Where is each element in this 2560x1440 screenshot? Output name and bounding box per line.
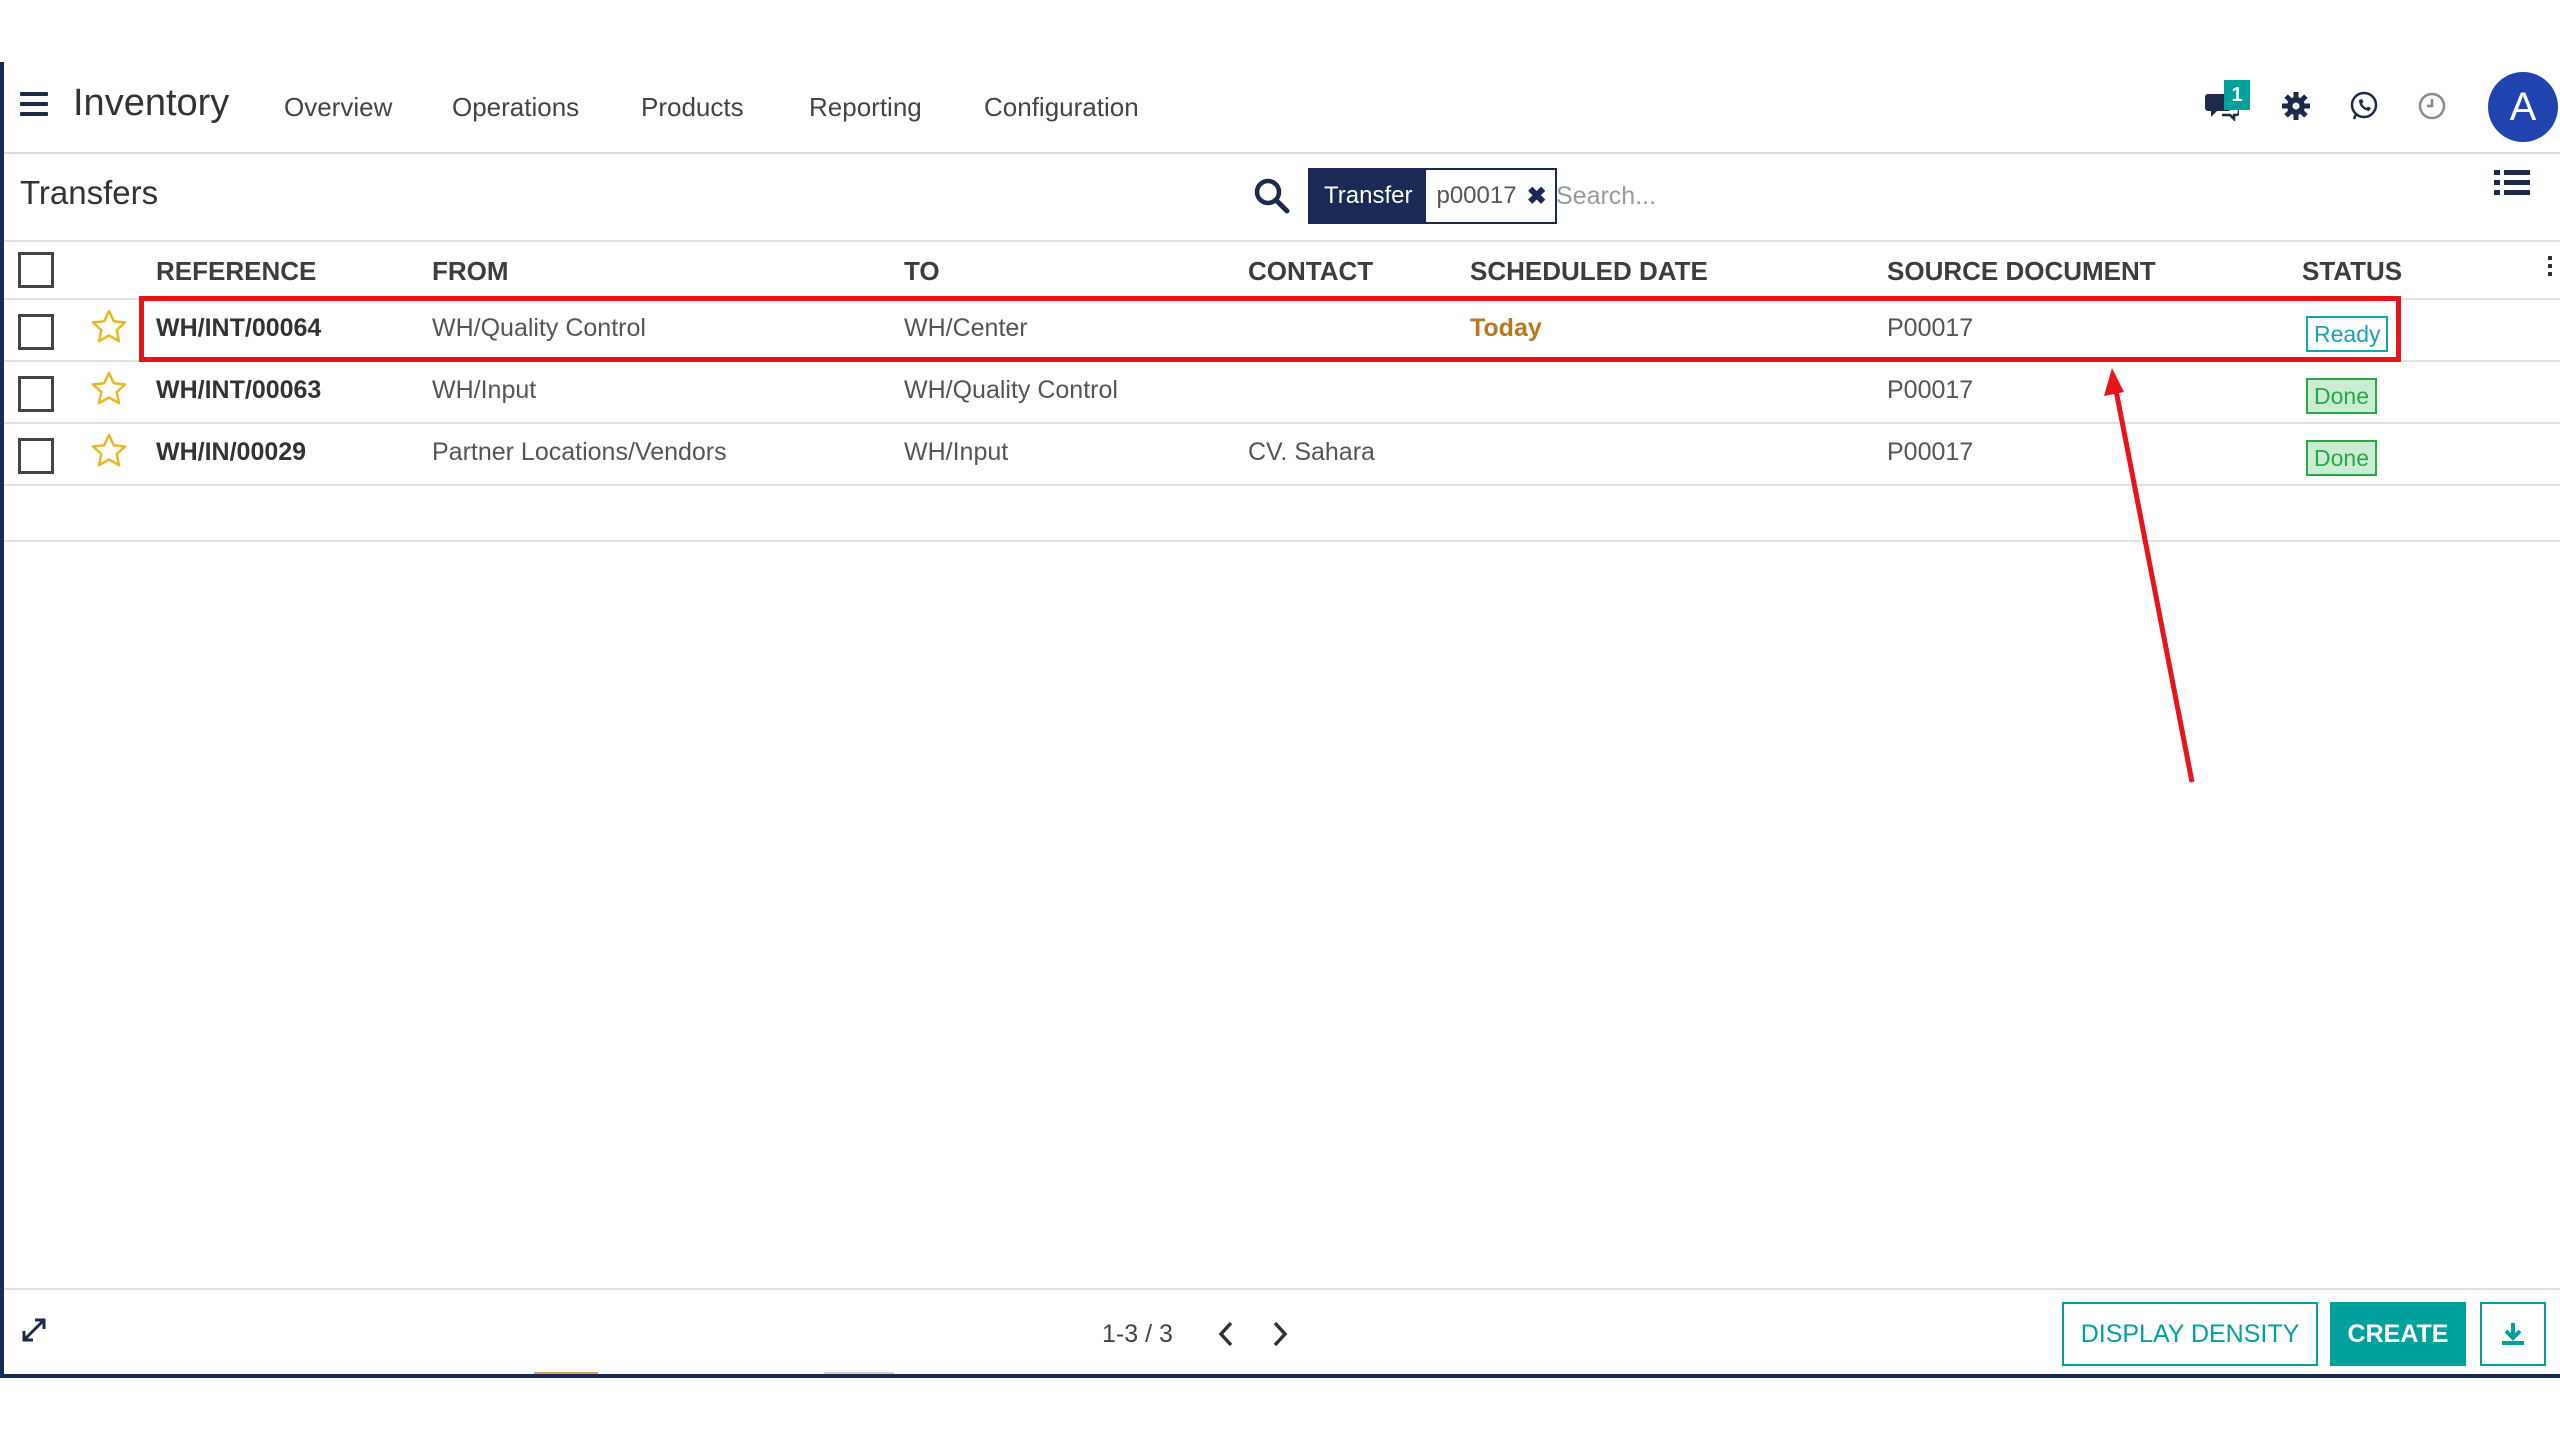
row-checkbox[interactable] [18,376,54,412]
download-icon[interactable] [2480,1302,2546,1366]
cell-source-document: P00017 [1887,314,1974,342]
cell-from: Partner Locations/Vendors [432,438,727,466]
cell-to: WH/Quality Control [904,376,1118,404]
optional-columns-icon[interactable] [2548,256,2554,280]
column-header-scheduled-date[interactable]: SCHEDULED DATE [1470,256,1708,287]
star-icon[interactable] [90,432,128,470]
column-header-reference[interactable]: REFERENCE [156,256,316,287]
scroll-marker [824,1372,894,1374]
cell-to: WH/Center [904,314,1028,342]
whatsapp-icon[interactable] [2344,86,2384,126]
clock-icon[interactable] [2412,86,2452,126]
cell-from: WH/Quality Control [432,314,646,342]
table-header: REFERENCE FROM TO CONTACT SCHEDULED DATE… [4,240,2560,300]
search-input[interactable] [1554,170,2458,222]
cell-contact: CV. Sahara [1248,438,1375,466]
list-view-icon[interactable] [2494,168,2530,198]
table-row[interactable]: WH/IN/00029 Partner Locations/Vendors WH… [4,424,2560,486]
column-header-source-document[interactable]: SOURCE DOCUMENT [1887,256,2156,287]
cell-scheduled-date: Today [1470,314,1542,342]
nav-products[interactable]: Products [641,92,744,123]
cell-source-document: P00017 [1887,376,1974,404]
top-navbar: Inventory Overview Operations Products R… [4,62,2560,154]
nav-reporting[interactable]: Reporting [809,92,922,123]
nav-overview[interactable]: Overview [284,92,392,123]
display-density-button[interactable]: DISPLAY DENSITY [2062,1302,2318,1366]
chevron-right-icon[interactable] [1266,1318,1294,1350]
nav-configuration[interactable]: Configuration [984,92,1139,123]
row-checkbox[interactable] [18,314,54,350]
search-icon[interactable] [1252,176,1292,216]
app-window: Inventory Overview Operations Products R… [0,62,2560,1378]
pager-value[interactable]: 1-3 / 3 [1102,1320,1173,1349]
scroll-marker [534,1372,598,1374]
gear-icon[interactable] [2276,86,2316,126]
cell-to: WH/Input [904,438,1009,466]
search-facet: Transfer p00017 ✖ [1308,168,1557,224]
create-button[interactable]: CREATE [2330,1302,2466,1366]
cell-reference: WH/INT/00063 [156,376,322,404]
select-all-checkbox[interactable] [18,252,54,288]
column-header-contact[interactable]: CONTACT [1248,256,1373,287]
menu-icon[interactable] [20,92,48,120]
star-icon[interactable] [90,370,128,408]
remove-facet-icon[interactable]: ✖ [1527,182,1547,211]
column-header-from[interactable]: FROM [432,256,509,287]
nav-operations[interactable]: Operations [452,92,579,123]
app-title[interactable]: Inventory [73,82,229,125]
status-badge: Done [2306,440,2377,476]
facet-value-wrap: p00017 ✖ [1426,170,1555,222]
column-header-to[interactable]: TO [904,256,940,287]
facet-label: Transfer [1310,170,1427,222]
column-header-status[interactable]: STATUS [2302,256,2402,287]
facet-value: p00017 [1436,182,1517,209]
star-icon[interactable] [90,308,128,346]
cell-reference: WH/INT/00064 [156,314,322,342]
table-row[interactable]: WH/INT/00064 WH/Quality Control WH/Cente… [4,300,2560,362]
cell-source-document: P00017 [1887,438,1974,466]
status-badge: Done [2306,378,2377,414]
user-avatar[interactable]: A [2488,72,2558,142]
messages-count-badge: 1 [2224,80,2250,110]
row-checkbox[interactable] [18,438,54,474]
cell-reference: WH/IN/00029 [156,438,307,466]
cell-from: WH/Input [432,376,537,404]
breadcrumb: Transfers [20,174,159,211]
footer-bar: 1-3 / 3 DISPLAY DENSITY CREATE [4,1288,2560,1374]
expand-icon[interactable] [20,1316,48,1344]
status-badge: Ready [2306,316,2389,352]
empty-row [4,488,2560,542]
chevron-left-icon[interactable] [1212,1318,1240,1350]
table-row[interactable]: WH/INT/00063 WH/Input WH/Quality Control… [4,362,2560,424]
